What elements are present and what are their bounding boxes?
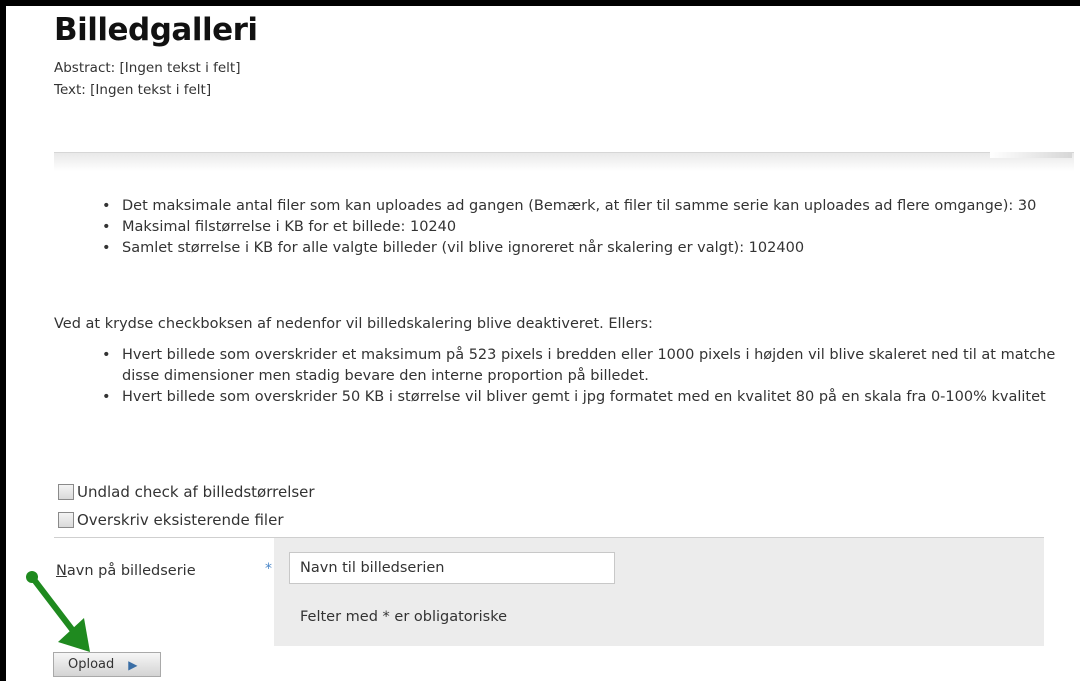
list-item: Hvert billede som overskrider 50 KB i st… xyxy=(100,387,1060,408)
overwrite-files-label: Overskriv eksisterende filer xyxy=(77,511,284,529)
required-fields-note: Felter med * er obligatoriske xyxy=(300,609,508,625)
annotation-arrow-shaft xyxy=(29,574,77,635)
required-marker: * xyxy=(265,561,272,577)
window-frame-left xyxy=(0,0,6,681)
list-item: Samlet størrelse i KB for alle valgte bi… xyxy=(100,238,1040,259)
upload-limits-list: Det maksimale antal filer som kan upload… xyxy=(100,196,1040,259)
list-item: Det maksimale antal filer som kan upload… xyxy=(100,196,1040,217)
skip-size-check-option[interactable]: Undlad check af billedstørrelser xyxy=(58,483,315,501)
abstract-line: Abstract: [Ingen tekst i felt] xyxy=(54,60,241,76)
list-item: Maksimal filstørrelse i KB for et billed… xyxy=(100,217,1040,238)
overwrite-files-checkbox[interactable] xyxy=(58,512,74,528)
overwrite-files-option[interactable]: Overskriv eksisterende filer xyxy=(58,511,283,529)
scaling-note: Ved at krydse checkboksen af nedenfor vi… xyxy=(54,316,653,332)
list-item: Hvert billede som overskrider et maksimu… xyxy=(100,345,1060,387)
text-line: Text: [Ingen tekst i felt] xyxy=(54,82,212,98)
section-divider-fade xyxy=(990,152,1072,158)
annotation-arrow-head xyxy=(58,618,90,652)
skip-size-check-label: Undlad check af billedstørrelser xyxy=(77,483,315,501)
scaling-rules-list: Hvert billede som overskrider et maksimu… xyxy=(100,345,1060,408)
annotation-arrow-icon xyxy=(26,571,90,652)
section-divider xyxy=(54,152,1074,171)
play-arrow-icon: ▶ xyxy=(128,657,138,672)
skip-size-check-checkbox[interactable] xyxy=(58,484,74,500)
series-name-input[interactable] xyxy=(289,552,615,584)
page-title: Billedgalleri xyxy=(54,12,258,48)
